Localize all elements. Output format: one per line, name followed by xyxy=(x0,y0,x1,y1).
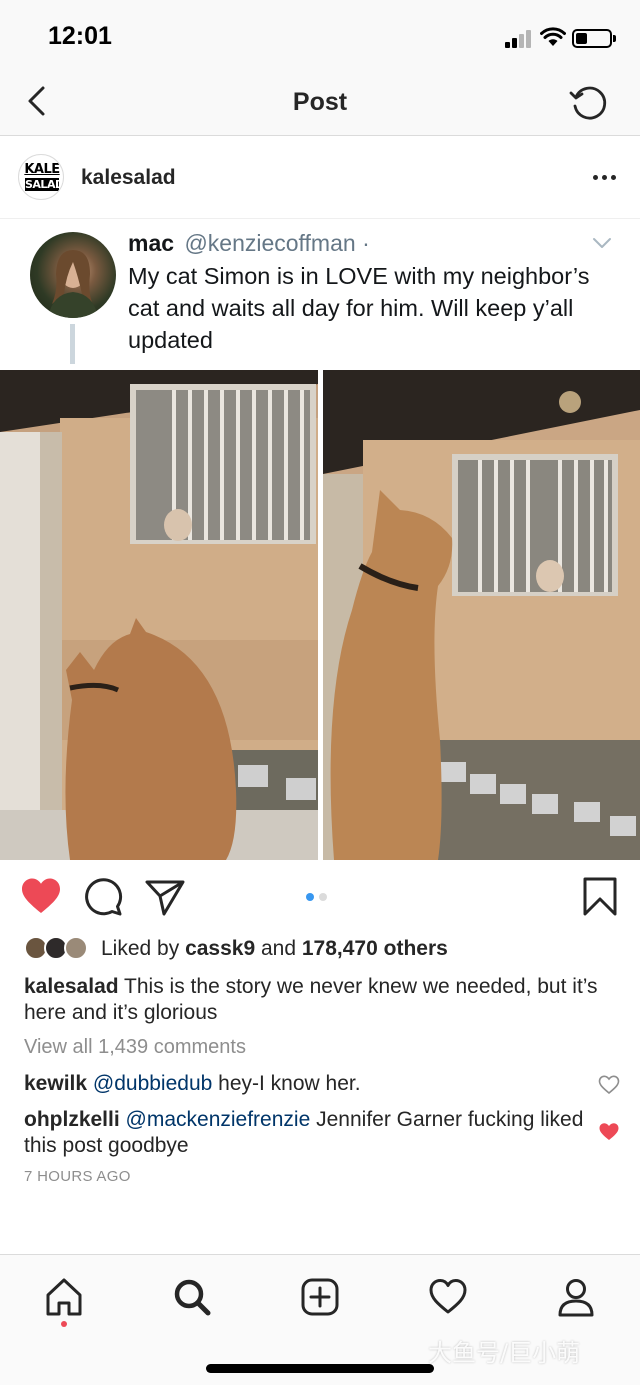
home-notification-dot xyxy=(61,1321,67,1327)
wifi-icon xyxy=(540,27,566,46)
comment-mention[interactable]: @mackenziefrenzie xyxy=(126,1108,311,1131)
chevron-down-icon xyxy=(593,238,611,248)
likes-prefix: Liked by xyxy=(101,937,180,960)
bookmark-icon[interactable] xyxy=(579,876,621,918)
status-time: 12:01 xyxy=(48,22,112,50)
carousel-indicator xyxy=(306,893,336,901)
home-icon[interactable] xyxy=(44,1277,84,1317)
home-indicator[interactable] xyxy=(206,1364,434,1373)
comment-icon[interactable] xyxy=(82,876,124,918)
navigation-bar: Post xyxy=(0,72,640,136)
tweet-author: mac @kenziecoffman · xyxy=(128,230,370,257)
likes-text: Liked by cassk9 and 178,470 others xyxy=(101,937,448,961)
more-options-icon[interactable] xyxy=(593,175,619,181)
status-bar: 12:01 xyxy=(0,0,640,72)
post-caption: kalesalad This is the story we never kne… xyxy=(24,974,620,1026)
battery-icon xyxy=(572,29,616,48)
comment-mention[interactable]: @dubbiedub xyxy=(93,1072,212,1095)
logo-text-bottom: SALAD xyxy=(25,178,64,191)
logo-text-top: KALE xyxy=(24,162,60,177)
post-timestamp: 7 HOURS AGO xyxy=(24,1168,131,1185)
comment-username[interactable]: ohplzkelli xyxy=(24,1108,120,1131)
like-heart-icon[interactable] xyxy=(20,876,62,918)
share-icon[interactable] xyxy=(144,876,186,918)
liker-avatar xyxy=(64,936,88,960)
refresh-icon[interactable] xyxy=(568,82,610,124)
post-actions xyxy=(0,860,640,932)
caption-username[interactable]: kalesalad xyxy=(24,975,119,998)
view-all-comments-link[interactable]: View all 1,439 comments xyxy=(24,1036,246,1059)
tweet-display-name: mac xyxy=(128,230,175,256)
likes-and: and xyxy=(260,937,297,960)
activity-heart-icon[interactable] xyxy=(428,1277,468,1317)
new-post-icon[interactable] xyxy=(300,1277,340,1317)
comment: kewilk @dubbiedub hey-I know her. xyxy=(24,1071,584,1097)
comment-like-heart-icon[interactable] xyxy=(598,1075,620,1095)
post-header: KALE SALAD kalesalad xyxy=(0,137,640,219)
tweet-screenshot: mac @kenziecoffman · My cat Simon is in … xyxy=(0,220,640,370)
tweet-separator: · xyxy=(362,230,370,256)
bottom-tab-bar: 大鱼号/巨小萌 xyxy=(0,1254,640,1385)
post-username[interactable]: kalesalad xyxy=(81,166,176,190)
profile-icon[interactable] xyxy=(556,1277,596,1317)
comment-username[interactable]: kewilk xyxy=(24,1072,87,1095)
comment: ohplzkelli @mackenziefrenzie Jennifer Ga… xyxy=(24,1107,584,1159)
tweet-handle: @kenziecoffman xyxy=(184,230,356,256)
thread-line xyxy=(70,324,75,364)
liker-username[interactable]: cassk9 xyxy=(185,937,255,960)
search-icon[interactable] xyxy=(172,1277,212,1317)
tweet-avatar xyxy=(30,232,116,318)
comment-text: hey-I know her. xyxy=(218,1072,361,1095)
likes-count[interactable]: 178,470 others xyxy=(302,937,448,960)
kalesalad-avatar[interactable]: KALE SALAD xyxy=(18,154,64,200)
post-photo[interactable] xyxy=(0,370,640,860)
page-title: Post xyxy=(292,88,348,116)
cellular-signal-icon xyxy=(505,28,535,48)
tweet-text: My cat Simon is in LOVE with my neighbor… xyxy=(128,263,590,353)
watermark-text: 大鱼号/巨小萌 xyxy=(428,1339,581,1367)
comment-liked-heart-icon[interactable] xyxy=(598,1122,620,1142)
